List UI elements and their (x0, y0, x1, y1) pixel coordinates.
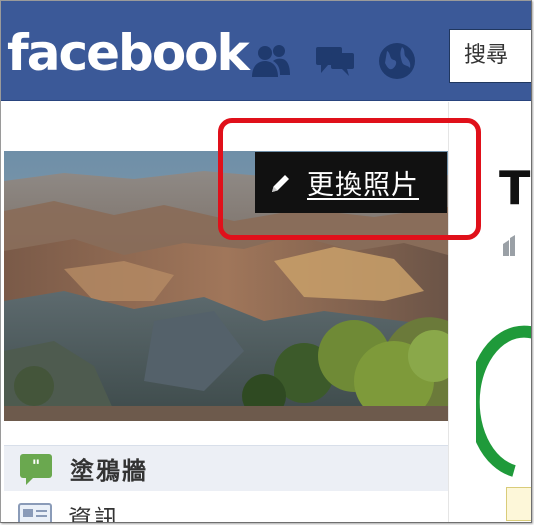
profile-logo-partial (476, 325, 531, 477)
friends-icon[interactable] (249, 39, 293, 83)
sidebar-item-info[interactable]: 資訊 (4, 496, 448, 523)
sidebar-item-label: 資訊 (68, 504, 120, 523)
search-input[interactable]: 搜尋 (449, 29, 531, 83)
top-navigation-bar: facebook 搜尋 (1, 1, 531, 101)
change-photo-button[interactable]: 更換照片 (255, 152, 447, 213)
info-card-icon (18, 503, 52, 522)
pencil-icon (272, 174, 289, 192)
change-photo-label: 更換照片 (307, 170, 419, 201)
screenshot-frame: facebook 搜尋 更換照片 " 塗鴉牆 資訊 T (0, 0, 532, 523)
building-icon (503, 235, 515, 256)
sidebar-item-label: 塗鴉牆 (70, 457, 148, 485)
profile-name-fragment: T (499, 161, 531, 215)
facebook-logo[interactable]: facebook (7, 23, 250, 83)
notifications-globe-icon[interactable] (375, 39, 419, 83)
right-panel-box (506, 487, 531, 521)
sidebar-item-wall[interactable]: " 塗鴉牆 (4, 445, 448, 491)
wall-speech-icon: " (20, 453, 52, 485)
messages-icon[interactable] (313, 39, 357, 83)
svg-text:": " (32, 456, 40, 475)
